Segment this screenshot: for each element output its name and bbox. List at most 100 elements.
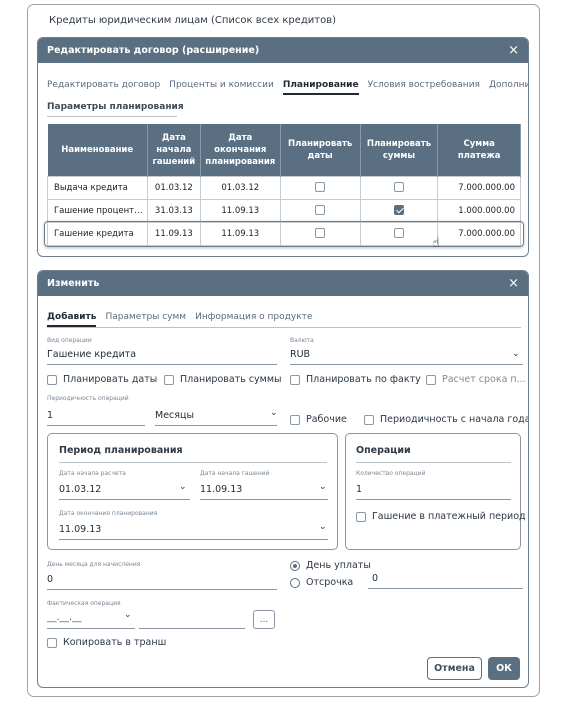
calc-start-label: Дата начала расчета bbox=[59, 470, 126, 477]
plan-sums-checkbox[interactable] bbox=[164, 374, 174, 385]
repay-in-period-option[interactable]: Гашение в платежный период bbox=[356, 511, 526, 522]
fact-op-browse-button[interactable]: ... bbox=[253, 610, 275, 629]
plan-sums-checkbox-checked[interactable] bbox=[393, 205, 404, 216]
copy-tranche-option[interactable]: Копировать в транш bbox=[47, 637, 166, 648]
operations-panel: Операции Количество операций 1 Гашение в… bbox=[345, 433, 526, 550]
cancel-button[interactable]: Отмена bbox=[427, 657, 482, 680]
day-of-month-label: День месяца для начисления bbox=[47, 561, 141, 568]
plan-sums-checkbox[interactable] bbox=[393, 182, 404, 193]
period-input[interactable]: 1 bbox=[47, 410, 53, 421]
chevron-down-icon[interactable]: ⌄ bbox=[270, 408, 278, 418]
delay-radio[interactable] bbox=[290, 577, 300, 588]
tab-add[interactable]: Добавить bbox=[47, 312, 97, 327]
chevron-down-icon[interactable]: ⌄ bbox=[319, 482, 327, 492]
change-dialog-tabs: Добавить Параметры сумм Информация о про… bbox=[47, 312, 321, 327]
plan-sums-checkbox[interactable] bbox=[393, 228, 404, 239]
col-header-plan-sums[interactable]: Планировать суммы bbox=[360, 124, 439, 176]
chevron-down-icon[interactable]: ⌄ bbox=[179, 482, 187, 492]
copy-tranche-checkbox[interactable] bbox=[47, 637, 57, 648]
cell-amount: 1.000.000.00 bbox=[437, 198, 521, 223]
table-row-selected[interactable]: Гашение кредита 11.09.13 11.09.13 7.000.… bbox=[47, 221, 521, 246]
tabs-divider bbox=[47, 327, 521, 328]
tab-product-info[interactable]: Информация о продукте bbox=[195, 312, 312, 327]
cell-name: Гашение кредита bbox=[47, 221, 148, 246]
plan-dates-checkbox[interactable] bbox=[315, 182, 326, 193]
period-underline bbox=[47, 425, 145, 426]
working-days-checkbox[interactable] bbox=[290, 414, 300, 425]
period-unit-select[interactable]: Месяцы bbox=[155, 410, 194, 421]
planning-table: Наименование Дата начала гашений Дата ок… bbox=[47, 124, 521, 246]
cell-plan-dates bbox=[279, 175, 361, 200]
fact-op-name-underline bbox=[139, 628, 245, 629]
period-label: Периодичность операций bbox=[47, 395, 129, 402]
op-count-underline bbox=[356, 499, 511, 500]
delay-radio-option[interactable]: Отсрочка bbox=[290, 577, 353, 588]
plan-by-fact-label: Планировать по факту bbox=[306, 374, 421, 385]
delay-underline bbox=[368, 588, 523, 589]
fact-op-date[interactable]: __.__.__ bbox=[47, 612, 82, 623]
table-row[interactable]: Гашение процент… 31.03.13 11.09.13 1.000… bbox=[47, 198, 521, 223]
tab-sum-params[interactable]: Параметры сумм bbox=[105, 312, 186, 327]
repay-in-period-checkbox[interactable] bbox=[356, 511, 366, 522]
table-row[interactable]: Выдача кредита 01.03.12 01.03.12 7.000.0… bbox=[47, 175, 521, 200]
plan-sums-option[interactable]: Планировать суммы bbox=[164, 374, 282, 385]
tab-planning[interactable]: Планирование bbox=[282, 80, 359, 95]
planning-period-panel: Период планирования Дата начала расчета … bbox=[47, 433, 338, 550]
repay-start-label: Дата начала гашений bbox=[200, 470, 270, 477]
plan-by-fact-option[interactable]: Планировать по факту bbox=[290, 374, 421, 385]
col-header-plan-dates[interactable]: Планировать даты bbox=[280, 124, 361, 176]
cell-plan-sums bbox=[359, 221, 439, 246]
fact-op-label: Фактическая операция bbox=[47, 600, 121, 607]
change-dialog-header: Изменить × bbox=[38, 271, 528, 296]
plan-end-label: Дата окончания планирования bbox=[59, 510, 158, 517]
chevron-down-icon[interactable]: ⌄ bbox=[124, 610, 132, 620]
term-calc-option[interactable]: Расчет срока п... bbox=[426, 374, 526, 385]
working-days-option[interactable]: Рабочие bbox=[290, 414, 347, 425]
operations-title: Операции bbox=[356, 445, 411, 456]
chevron-down-icon[interactable]: ⌄ bbox=[512, 349, 520, 359]
col-header-name[interactable]: Наименование bbox=[47, 124, 148, 176]
plan-dates-option[interactable]: Планировать даты bbox=[47, 374, 157, 385]
col-header-start-date[interactable]: Дата начала гашений bbox=[147, 124, 201, 176]
currency-select[interactable]: RUB bbox=[290, 349, 310, 360]
calc-start-underline bbox=[59, 499, 190, 500]
op-type-underline bbox=[47, 364, 277, 365]
plan-sums-label: Планировать суммы bbox=[180, 374, 282, 385]
repay-start-underline bbox=[200, 499, 328, 500]
repay-start-input[interactable]: 11.09.13 bbox=[200, 484, 242, 495]
col-header-amount[interactable]: Сумма платежа bbox=[437, 124, 521, 176]
plan-dates-checkbox[interactable] bbox=[47, 374, 57, 385]
change-dialog: Изменить × Добавить Параметры сумм Инфор… bbox=[37, 270, 529, 688]
tab-interest-commissions[interactable]: Проценты и комиссии bbox=[169, 80, 274, 95]
term-calc-checkbox[interactable] bbox=[426, 374, 436, 385]
tab-edit-contract[interactable]: Редактировать договор bbox=[47, 80, 160, 95]
close-icon[interactable]: × bbox=[508, 44, 519, 57]
plan-dates-checkbox[interactable] bbox=[315, 228, 326, 239]
op-count-input[interactable]: 1 bbox=[356, 484, 362, 495]
calc-start-input[interactable]: 01.03.12 bbox=[59, 484, 101, 495]
period-from-year-start-option[interactable]: Периодичность с начала года bbox=[364, 414, 529, 425]
period-from-year-start-label: Периодичность с начала года bbox=[380, 414, 529, 425]
pay-day-radio-option[interactable]: День уплаты bbox=[290, 560, 371, 571]
delay-input[interactable]: 0 bbox=[372, 573, 378, 584]
ok-button[interactable]: ОК bbox=[488, 657, 520, 680]
pay-day-radio[interactable] bbox=[290, 560, 300, 571]
period-unit-underline bbox=[155, 425, 277, 426]
plan-end-input[interactable]: 11.09.13 bbox=[59, 524, 101, 535]
tab-additional[interactable]: Дополни bbox=[489, 80, 528, 95]
plan-dates-checkbox[interactable] bbox=[315, 205, 326, 216]
plan-end-underline bbox=[59, 539, 328, 540]
tab-demand-conditions[interactable]: Условия востребования bbox=[368, 80, 480, 95]
day-of-month-input[interactable]: 0 bbox=[47, 574, 53, 585]
cell-name: Гашение процент… bbox=[47, 198, 148, 223]
period-from-year-start-checkbox[interactable] bbox=[364, 414, 374, 425]
op-type-label: Вид операции bbox=[47, 337, 92, 344]
close-icon[interactable]: × bbox=[508, 277, 519, 290]
working-days-label: Рабочие bbox=[306, 414, 347, 425]
op-type-value[interactable]: Гашение кредита bbox=[47, 349, 136, 360]
col-header-end-date[interactable]: Дата окончания планирования bbox=[200, 124, 281, 176]
plan-by-fact-checkbox[interactable] bbox=[290, 374, 300, 385]
chevron-down-icon[interactable]: ⌄ bbox=[319, 522, 327, 532]
cell-plan-sums bbox=[359, 198, 439, 223]
edit-dialog-title: Редактировать договор (расширение) bbox=[47, 45, 260, 56]
